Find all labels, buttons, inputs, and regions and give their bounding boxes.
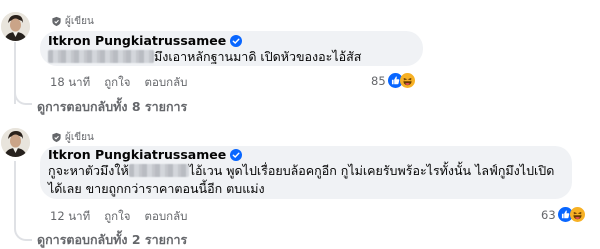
timestamp[interactable]: 12 นาที xyxy=(50,208,90,226)
comment-text-line: กูจะหาตัวมึงให้ xyxy=(48,163,129,178)
comment-text-line: ได้เลย ขายถูกกว่าราคาตอนนี้อีก ตบแม่ง xyxy=(48,181,265,196)
reaction-summary[interactable]: 63 xyxy=(541,207,585,222)
thread-curve xyxy=(14,225,32,241)
reaction-count: 63 xyxy=(541,207,556,222)
shield-icon xyxy=(52,132,61,143)
redacted-mention xyxy=(128,164,189,177)
reaction-count: 85 xyxy=(371,73,386,88)
view-replies-link[interactable]: ดูการตอบกลับทั้ง 2 รายการ xyxy=(37,230,187,249)
comment-text: ได้เลย ขายถูกกว่าราคาตอนนี้อีก ตบแม่ง xyxy=(48,179,265,198)
avatar[interactable] xyxy=(1,12,30,41)
thread-line xyxy=(14,161,16,226)
verified-badge-icon xyxy=(230,34,243,47)
thread-curve xyxy=(14,89,32,105)
haha-reaction-icon xyxy=(399,73,415,88)
author-name[interactable]: Itkron Pungkiatrussamee xyxy=(48,147,226,162)
redacted-mention xyxy=(48,50,154,63)
reaction-icons xyxy=(557,207,585,222)
comment-actions: 18 นาที ถูกใจ ตอบกลับ xyxy=(50,74,187,92)
reaction-icons xyxy=(387,73,415,88)
author-badge: ผู้เขียน xyxy=(51,14,94,29)
reply-button[interactable]: ตอบกลับ xyxy=(144,74,187,92)
like-button[interactable]: ถูกใจ xyxy=(104,208,130,226)
comment-actions: 12 นาที ถูกใจ ตอบกลับ xyxy=(50,208,187,226)
reaction-summary[interactable]: 85 xyxy=(371,73,415,88)
author-name-row: Itkron Pungkiatrussamee xyxy=(48,147,243,162)
author-name[interactable]: Itkron Pungkiatrussamee xyxy=(48,33,226,48)
avatar[interactable] xyxy=(1,128,30,157)
author-badge-label: ผู้เขียน xyxy=(65,132,94,143)
verified-badge-icon xyxy=(230,148,243,161)
author-badge-label: ผู้เขียน xyxy=(65,16,94,27)
author-name-row: Itkron Pungkiatrussamee xyxy=(48,33,243,48)
view-replies-link[interactable]: ดูการตอบกลับทั้ง 8 รายการ xyxy=(37,97,187,117)
timestamp[interactable]: 18 นาที xyxy=(50,74,90,92)
comment-text: มึงเอาหลักฐานมาดิ เปิดหัวของอะไอ้สัส xyxy=(48,47,361,66)
like-button[interactable]: ถูกใจ xyxy=(104,74,130,92)
haha-reaction-icon xyxy=(569,207,585,222)
comment-text-line: ไอ้เวน พูดไปเรื่อยบล้อคกูอีก กูไม่เคยรับ… xyxy=(188,163,555,178)
comment-text: กูจะหาตัวมึงให้ ไอ้เวน พูดไปเรื่อยบล้อคกู… xyxy=(48,161,554,180)
comment-text-line: มึงเอาหลักฐานมาดิ เปิดหัวของอะไอ้สัส xyxy=(154,49,362,64)
reply-button[interactable]: ตอบกลับ xyxy=(144,208,187,226)
shield-icon xyxy=(52,16,61,27)
author-badge: ผู้เขียน xyxy=(51,130,94,145)
